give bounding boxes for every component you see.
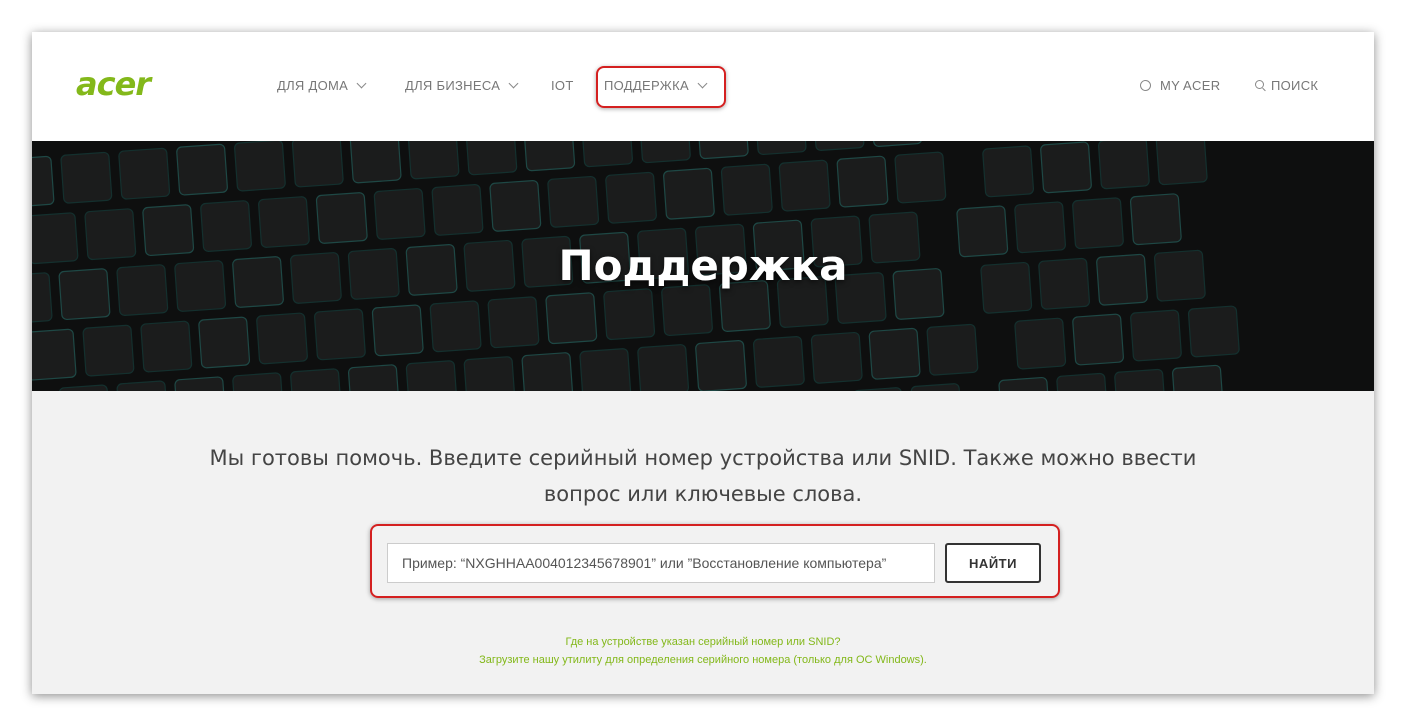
hero-banner: Поддержка — [32, 141, 1374, 391]
search-icon — [1255, 80, 1264, 89]
support-highlight-frame — [596, 66, 726, 108]
nav-for-business[interactable]: ДЛЯ БИЗНЕСА — [405, 76, 519, 96]
nav-for-home[interactable]: ДЛЯ ДОМА — [277, 76, 367, 96]
acer-logo[interactable]: acer — [76, 66, 151, 102]
header-search-link[interactable]: ПОИСК — [1255, 76, 1318, 96]
nav-for-home-label: ДЛЯ ДОМА — [277, 78, 349, 93]
browser-page: acer ДЛЯ ДОМА ДЛЯ БИЗНЕСА IOT ПОДДЕРЖКА … — [32, 32, 1374, 694]
nav-iot-label: IOT — [551, 78, 574, 93]
my-acer-link[interactable]: MY ACER — [1140, 76, 1220, 96]
chevron-down-icon — [508, 78, 519, 89]
chevron-down-icon — [356, 78, 367, 89]
intro-line-1: Мы готовы помочь. Введите серийный номер… — [209, 446, 1197, 470]
page-title: Поддержка — [558, 241, 848, 290]
intro-text: Мы готовы помочь. Введите серийный номер… — [192, 440, 1214, 512]
nav-iot[interactable]: IOT — [551, 76, 574, 96]
serial-utility-link[interactable]: Загрузите нашу утилиту для определения с… — [32, 652, 1374, 668]
user-icon — [1140, 80, 1151, 91]
header-search-label: ПОИСК — [1271, 78, 1319, 93]
my-acer-label: MY ACER — [1160, 78, 1221, 93]
site-header: acer ДЛЯ ДОМА ДЛЯ БИЗНЕСА IOT ПОДДЕРЖКА … — [32, 32, 1374, 141]
nav-for-business-label: ДЛЯ БИЗНЕСА — [405, 78, 501, 93]
serial-location-link[interactable]: Где на устройстве указан серийный номер … — [32, 634, 1374, 650]
serial-search-input[interactable] — [387, 543, 935, 583]
intro-line-2: вопрос или ключевые слова. — [543, 482, 863, 506]
find-button[interactable]: НАЙТИ — [945, 543, 1041, 583]
